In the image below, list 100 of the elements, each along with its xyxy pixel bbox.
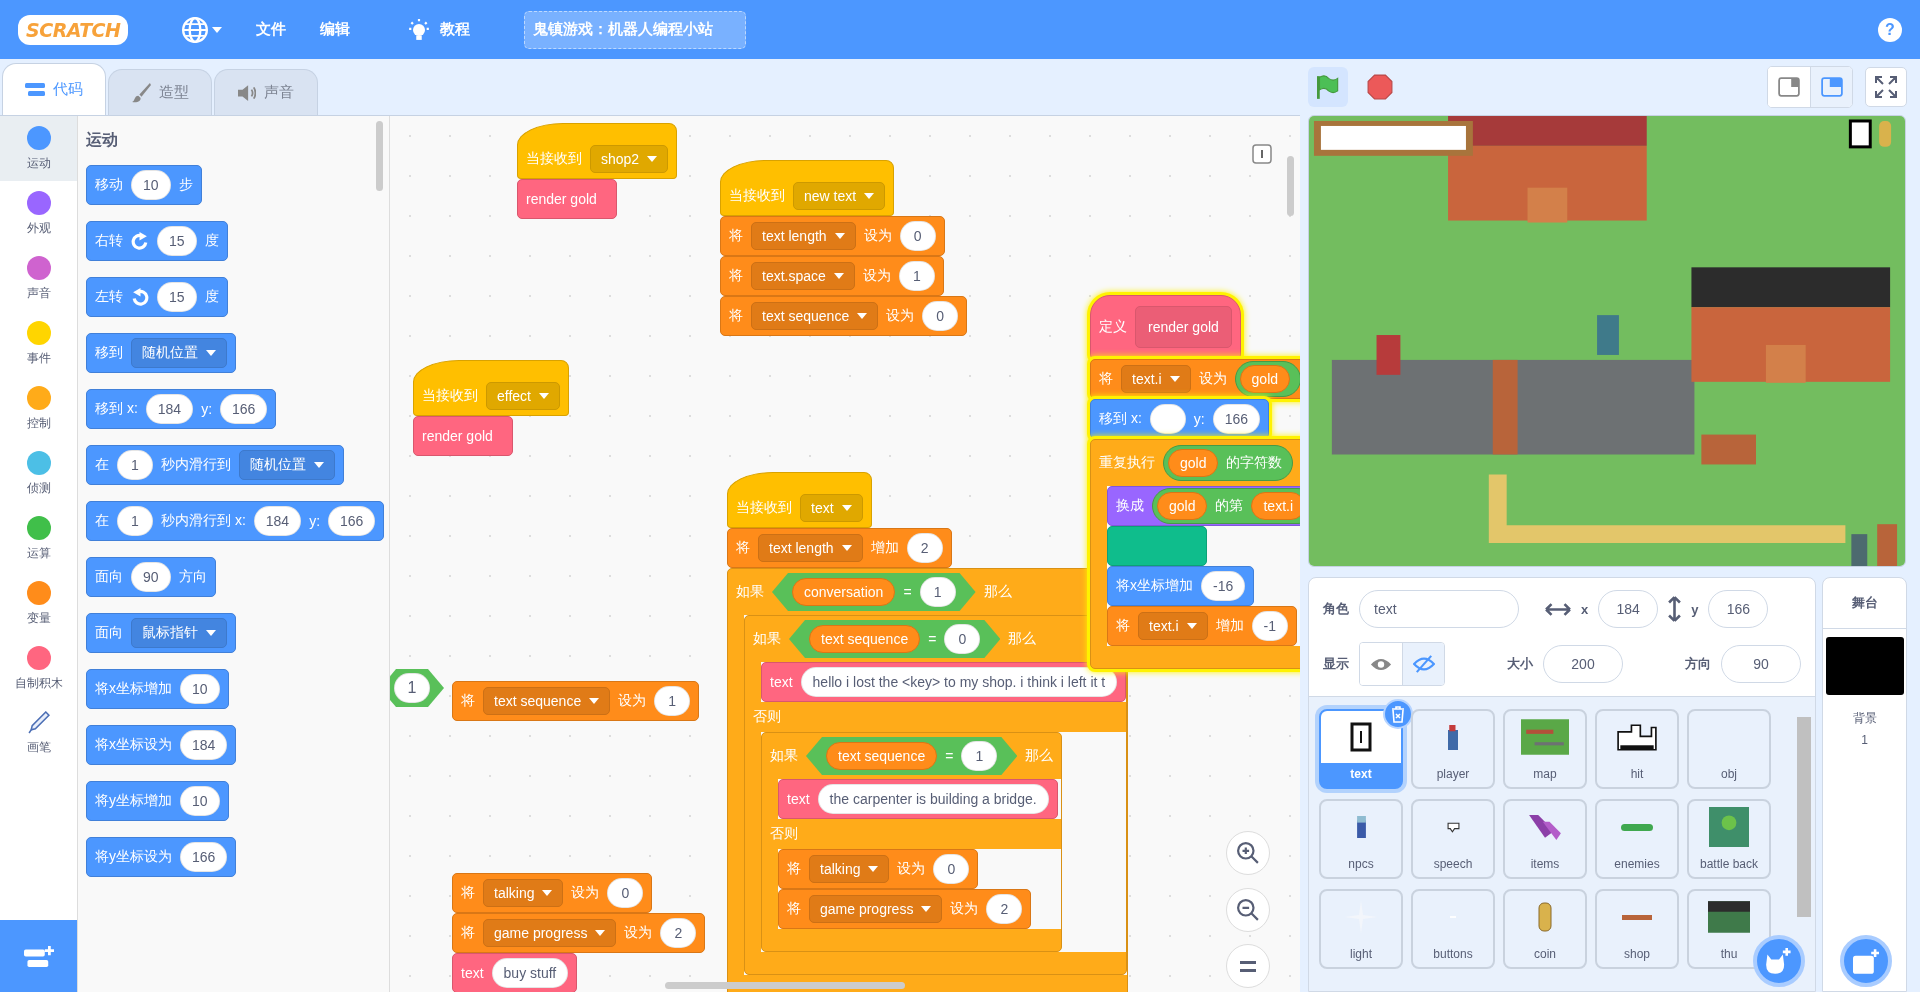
code-block[interactable]: 将 text.i 增加 -1	[1107, 606, 1298, 646]
code-block[interactable]: 将 text length 设为 0	[720, 216, 945, 256]
add-backdrop-button[interactable]	[1840, 935, 1892, 987]
large-stage-button[interactable]	[1810, 67, 1852, 107]
define-block[interactable]: 定义 render gold	[1090, 295, 1241, 359]
code-block[interactable]: 将 text.space 设为 1	[720, 256, 944, 296]
operator-block[interactable]: text sequence = 1	[806, 737, 1018, 775]
value-input[interactable]	[1149, 404, 1186, 434]
backdrop-thumbnail[interactable]	[1825, 637, 1904, 695]
code-block[interactable]: text hello i lost the <key> to my shop. i think i left it t	[761, 662, 1127, 702]
code-block[interactable]: 移动 10 步	[86, 165, 202, 205]
code-block[interactable]: 将y坐标增加 10	[86, 781, 229, 821]
code-block[interactable]: 移到 随机位置	[86, 333, 236, 373]
start-flag-button[interactable]	[1308, 67, 1348, 107]
code-block[interactable]: 将 talking 设为 0	[778, 849, 979, 889]
code-block[interactable]: text buy stuff	[452, 953, 578, 992]
y-field[interactable]: 166	[1708, 590, 1769, 628]
value-input[interactable]: 184	[145, 394, 194, 424]
dropdown-menu[interactable]: 随机位置	[239, 450, 335, 480]
scrollbar[interactable]	[1797, 717, 1811, 917]
value-input[interactable]: 10	[180, 674, 220, 704]
control-block[interactable]: 如果 text sequence = 1 那么 text the carpenter is building a bridge. 否则 将 talking 设为 0 将 game progress 设为 2	[761, 732, 1063, 952]
value-input[interactable]: 1	[961, 741, 998, 771]
value-input[interactable]: 2	[660, 918, 697, 948]
code-block[interactable]: 将x坐标设为 184	[86, 725, 237, 765]
value-input[interactable]: 166	[1212, 404, 1261, 434]
sprite-tile[interactable]: npcs	[1319, 799, 1403, 879]
sprite-tile[interactable]: obj	[1687, 709, 1771, 789]
delete-button[interactable]	[1383, 699, 1413, 729]
code-block[interactable]: 将 text sequence 设为 1	[452, 681, 700, 721]
value-input[interactable]: 0	[944, 624, 981, 654]
value-input[interactable]: -16	[1201, 571, 1246, 601]
add-extension-button[interactable]	[0, 920, 77, 992]
sprite-tile[interactable]: hit	[1595, 709, 1679, 789]
value-input[interactable]: 166	[180, 842, 228, 872]
value-input[interactable]: buy stuff	[491, 958, 569, 988]
code-block[interactable]: 移到 x: 184 y: 166	[86, 389, 277, 429]
scrollbar[interactable]	[1287, 156, 1294, 216]
sprite-name-field[interactable]: text	[1359, 590, 1519, 628]
value-input[interactable]: 166	[220, 394, 268, 424]
value-input[interactable]: 184	[180, 730, 228, 760]
sprite-tile[interactable]: battle back	[1687, 799, 1771, 879]
code-block[interactable]: 将x坐标增加 -16	[1107, 566, 1255, 606]
reset-zoom-button[interactable]	[1226, 944, 1270, 988]
sprite-tile[interactable]: enemies	[1595, 799, 1679, 879]
category-button[interactable]: 运动	[0, 116, 77, 181]
code-block[interactable]: 将x坐标增加 10	[86, 669, 229, 709]
code-block[interactable]: 将y坐标设为 166	[86, 837, 237, 877]
value-input[interactable]: 0	[933, 854, 970, 884]
fullscreen-button[interactable]	[1865, 67, 1907, 107]
value-input[interactable]: 1	[654, 686, 691, 716]
zoom-in-button[interactable]	[1226, 831, 1270, 875]
zoom-out-button[interactable]	[1226, 888, 1270, 932]
operator-block[interactable]: text sequence = 0	[789, 620, 1001, 658]
code-block[interactable]: 移到 x: y: 166	[1090, 399, 1270, 439]
sprite-tile[interactable]: light	[1319, 889, 1403, 969]
operator-block[interactable]: 1	[390, 669, 444, 707]
value-input[interactable]: -1	[1251, 611, 1289, 641]
value-input[interactable]: 184	[253, 506, 302, 536]
value-input[interactable]: 1	[117, 450, 153, 480]
scrollbar[interactable]	[665, 982, 905, 989]
code-block[interactable]: 在 1 秒内滑行到 随机位置	[86, 445, 344, 485]
value-input[interactable]: 166	[328, 506, 376, 536]
value-input[interactable]: 0	[922, 301, 959, 331]
size-field[interactable]: 200	[1543, 645, 1623, 683]
panel-toggle-icon[interactable]	[1252, 144, 1272, 164]
value-input[interactable]: 1	[919, 577, 956, 607]
value-input[interactable]: hello i lost the <key> to my shop. i think i left it t	[800, 667, 1118, 697]
value-input[interactable]: 0	[607, 878, 644, 908]
value-input[interactable]: 2	[986, 894, 1023, 924]
code-block[interactable]: 将 talking 设为 0	[452, 873, 653, 913]
value-input[interactable]: 2	[906, 533, 943, 563]
value-input[interactable]: 10	[180, 786, 220, 816]
dropdown-menu[interactable]: 鼠标指针	[131, 618, 227, 648]
sprite-tile[interactable]: items	[1503, 799, 1587, 879]
sprite-tile[interactable]: player	[1411, 709, 1495, 789]
code-block[interactable]: 将 text length 增加 2	[727, 528, 952, 568]
code-block[interactable]: 将 game progress 设为 2	[452, 913, 706, 953]
code-block[interactable]: 左转 15 度	[86, 277, 228, 317]
code-block[interactable]: 右转 15 度	[86, 221, 228, 261]
value-input[interactable]: 10	[131, 170, 171, 200]
code-block[interactable]: text the carpenter is building a bridge.	[778, 779, 1058, 819]
value-input[interactable]: 1	[117, 506, 153, 536]
control-block[interactable]	[727, 568, 1129, 992]
value-input[interactable]: 1	[898, 261, 935, 291]
operator-block[interactable]: conversation = 1	[772, 573, 976, 611]
code-block[interactable]: 面向 90 方向	[86, 557, 216, 597]
value-input[interactable]: 15	[157, 282, 197, 312]
direction-field[interactable]: 90	[1721, 645, 1801, 683]
custom-block-prototype[interactable]: render gold	[1135, 306, 1232, 348]
code-block[interactable]: 在 1 秒内滑行到 x: 184 y: 166	[86, 501, 385, 541]
scrollbar[interactable]	[376, 121, 383, 191]
sprite-tile[interactable]: coin	[1503, 889, 1587, 969]
value-input[interactable]: 1	[394, 673, 430, 703]
value-input[interactable]: the carpenter is building a bridge.	[817, 784, 1049, 814]
hide-button[interactable]	[1402, 643, 1444, 685]
value-input[interactable]: 15	[157, 226, 197, 256]
sprite-tile[interactable]: shop	[1595, 889, 1679, 969]
code-block[interactable]: 将 game progress 设为 2	[778, 889, 1032, 929]
control-block[interactable]: 重复执行 gold 的字符数 换成 gold 的第 text.i 将x坐标增加 -16 将 text.i 增加 -1	[1090, 439, 1300, 669]
